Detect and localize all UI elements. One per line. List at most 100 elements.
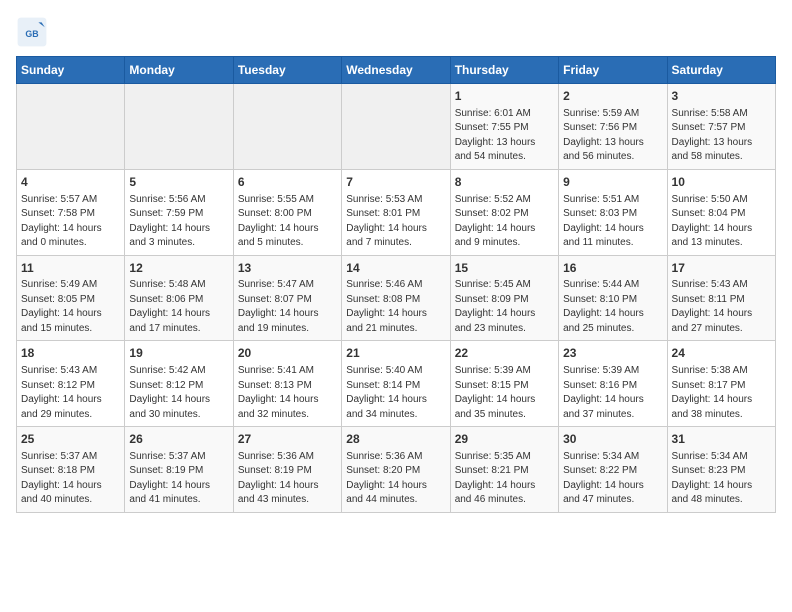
day-cell: 13Sunrise: 5:47 AM Sunset: 8:07 PM Dayli… — [233, 255, 341, 341]
day-info: Sunrise: 5:39 AM Sunset: 8:16 PM Dayligh… — [563, 364, 662, 422]
day-number: 2 — [563, 88, 662, 105]
day-cell: 8Sunrise: 5:52 AM Sunset: 8:02 PM Daylig… — [450, 169, 558, 255]
day-cell: 23 Sunrise: 5:39 AM Sunset: 8:16 PM Dayli… — [559, 341, 667, 427]
day-number: 22 — [455, 345, 554, 362]
week-row-4: 18Sunrise: 5:43 AM Sunset: 8:12 PM Dayli… — [17, 341, 776, 427]
day-number: 25 — [21, 431, 120, 448]
day-cell: 11Sunrise: 5:49 AM Sunset: 8:05 PM Dayli… — [17, 255, 125, 341]
day-info: Sunrise: 5:42 AM Sunset: 8:12 PM Dayligh… — [129, 364, 228, 422]
day-number: 4 — [21, 174, 120, 191]
day-info: Sunrise: 5:34 AM Sunset: 8:22 PM Dayligh… — [563, 450, 662, 508]
day-number: 19 — [129, 345, 228, 362]
day-info: Sunrise: 5:53 AM Sunset: 8:01 PM Dayligh… — [346, 193, 445, 251]
day-info: Sunrise: 5:38 AM Sunset: 8:17 PM Dayligh… — [672, 364, 771, 422]
week-row-3: 11Sunrise: 5:49 AM Sunset: 8:05 PM Dayli… — [17, 255, 776, 341]
day-cell — [233, 84, 341, 170]
day-header-tuesday: Tuesday — [233, 57, 341, 84]
day-number: 31 — [672, 431, 771, 448]
day-cell: 3 Sunrise: 5:58 AM Sunset: 7:57 PM Daylig… — [667, 84, 775, 170]
day-header-friday: Friday — [559, 57, 667, 84]
day-cell — [125, 84, 233, 170]
day-number: 30 — [563, 431, 662, 448]
week-row-2: 4 Sunrise: 5:57 AM Sunset: 7:58 PM Daylig… — [17, 169, 776, 255]
day-number: 9 — [563, 174, 662, 191]
day-info: Sunrise: 5:40 AM Sunset: 8:14 PM Dayligh… — [346, 364, 445, 422]
day-cell: 27 Sunrise: 5:36 AM Sunset: 8:19 PM Dayli… — [233, 427, 341, 513]
day-info: Sunrise: 5:58 AM Sunset: 7:57 PM Dayligh… — [672, 107, 771, 165]
day-info: Sunrise: 5:44 AM Sunset: 8:10 PM Dayligh… — [563, 278, 662, 336]
day-cell: 19 Sunrise: 5:42 AM Sunset: 8:12 PM Dayli… — [125, 341, 233, 427]
day-info: Sunrise: 5:48 AM Sunset: 8:06 PM Dayligh… — [129, 278, 228, 336]
day-number: 13 — [238, 260, 337, 277]
logo-icon: GB — [16, 16, 48, 48]
day-info: Sunrise: 5:46 AM Sunset: 8:08 PM Dayligh… — [346, 278, 445, 336]
logo: GB — [16, 16, 52, 48]
day-info: Sunrise: 5:50 AM Sunset: 8:04 PM Dayligh… — [672, 193, 771, 251]
day-info: Sunrise: 5:45 AM Sunset: 8:09 PM Dayligh… — [455, 278, 554, 336]
day-number: 11 — [21, 260, 120, 277]
day-header-saturday: Saturday — [667, 57, 775, 84]
week-row-1: 1 Sunrise: 6:01 AM Sunset: 7:55 PM Daylig… — [17, 84, 776, 170]
day-info: Sunrise: 5:51 AM Sunset: 8:03 PM Dayligh… — [563, 193, 662, 251]
day-cell — [17, 84, 125, 170]
day-info: Sunrise: 5:37 AM Sunset: 8:18 PM Dayligh… — [21, 450, 120, 508]
day-number: 27 — [238, 431, 337, 448]
day-info: Sunrise: 5:39 AM Sunset: 8:15 PM Dayligh… — [455, 364, 554, 422]
day-cell: 17Sunrise: 5:43 AM Sunset: 8:11 PM Dayli… — [667, 255, 775, 341]
day-number: 5 — [129, 174, 228, 191]
day-info: Sunrise: 5:41 AM Sunset: 8:13 PM Dayligh… — [238, 364, 337, 422]
day-number: 6 — [238, 174, 337, 191]
day-info: Sunrise: 5:49 AM Sunset: 8:05 PM Dayligh… — [21, 278, 120, 336]
day-number: 3 — [672, 88, 771, 105]
day-cell: 12Sunrise: 5:48 AM Sunset: 8:06 PM Dayli… — [125, 255, 233, 341]
day-cell: 18Sunrise: 5:43 AM Sunset: 8:12 PM Dayli… — [17, 341, 125, 427]
page-header: GB — [16, 16, 776, 48]
day-cell: 6 Sunrise: 5:55 AM Sunset: 8:00 PM Daylig… — [233, 169, 341, 255]
day-number: 21 — [346, 345, 445, 362]
day-info: Sunrise: 5:37 AM Sunset: 8:19 PM Dayligh… — [129, 450, 228, 508]
day-cell: 10 Sunrise: 5:50 AM Sunset: 8:04 PM Dayli… — [667, 169, 775, 255]
day-info: Sunrise: 5:55 AM Sunset: 8:00 PM Dayligh… — [238, 193, 337, 251]
day-info: Sunrise: 5:57 AM Sunset: 7:58 PM Dayligh… — [21, 193, 120, 251]
day-number: 16 — [563, 260, 662, 277]
day-cell: 29 Sunrise: 5:35 AM Sunset: 8:21 PM Dayli… — [450, 427, 558, 513]
day-number: 23 — [563, 345, 662, 362]
day-cell: 26 Sunrise: 5:37 AM Sunset: 8:19 PM Dayli… — [125, 427, 233, 513]
day-number: 17 — [672, 260, 771, 277]
day-number: 10 — [672, 174, 771, 191]
day-info: Sunrise: 5:56 AM Sunset: 7:59 PM Dayligh… — [129, 193, 228, 251]
day-number: 26 — [129, 431, 228, 448]
day-number: 18 — [21, 345, 120, 362]
day-info: Sunrise: 5:35 AM Sunset: 8:21 PM Dayligh… — [455, 450, 554, 508]
day-cell: 21 Sunrise: 5:40 AM Sunset: 8:14 PM Dayli… — [342, 341, 450, 427]
day-header-sunday: Sunday — [17, 57, 125, 84]
calendar-table: SundayMondayTuesdayWednesdayThursdayFrid… — [16, 56, 776, 513]
day-info: Sunrise: 5:36 AM Sunset: 8:19 PM Dayligh… — [238, 450, 337, 508]
day-cell: 24 Sunrise: 5:38 AM Sunset: 8:17 PM Dayli… — [667, 341, 775, 427]
day-info: Sunrise: 5:47 AM Sunset: 8:07 PM Dayligh… — [238, 278, 337, 336]
svg-text:GB: GB — [25, 29, 38, 39]
day-info: Sunrise: 5:59 AM Sunset: 7:56 PM Dayligh… — [563, 107, 662, 165]
day-cell: 14Sunrise: 5:46 AM Sunset: 8:08 PM Dayli… — [342, 255, 450, 341]
days-of-week-row: SundayMondayTuesdayWednesdayThursdayFrid… — [17, 57, 776, 84]
day-number: 29 — [455, 431, 554, 448]
day-number: 8 — [455, 174, 554, 191]
day-info: Sunrise: 5:34 AM Sunset: 8:23 PM Dayligh… — [672, 450, 771, 508]
day-number: 14 — [346, 260, 445, 277]
day-number: 1 — [455, 88, 554, 105]
day-info: Sunrise: 6:01 AM Sunset: 7:55 PM Dayligh… — [455, 107, 554, 165]
day-cell: 20Sunrise: 5:41 AM Sunset: 8:13 PM Dayli… — [233, 341, 341, 427]
day-cell: 5 Sunrise: 5:56 AM Sunset: 7:59 PM Daylig… — [125, 169, 233, 255]
day-number: 24 — [672, 345, 771, 362]
day-number: 28 — [346, 431, 445, 448]
day-number: 15 — [455, 260, 554, 277]
day-info: Sunrise: 5:43 AM Sunset: 8:11 PM Dayligh… — [672, 278, 771, 336]
day-cell: 28 Sunrise: 5:36 AM Sunset: 8:20 PM Dayli… — [342, 427, 450, 513]
day-number: 7 — [346, 174, 445, 191]
day-cell: 4 Sunrise: 5:57 AM Sunset: 7:58 PM Daylig… — [17, 169, 125, 255]
day-cell: 2 Sunrise: 5:59 AM Sunset: 7:56 PM Daylig… — [559, 84, 667, 170]
day-info: Sunrise: 5:36 AM Sunset: 8:20 PM Dayligh… — [346, 450, 445, 508]
calendar-body: 1 Sunrise: 6:01 AM Sunset: 7:55 PM Daylig… — [17, 84, 776, 513]
day-cell: 9 Sunrise: 5:51 AM Sunset: 8:03 PM Daylig… — [559, 169, 667, 255]
day-number: 12 — [129, 260, 228, 277]
